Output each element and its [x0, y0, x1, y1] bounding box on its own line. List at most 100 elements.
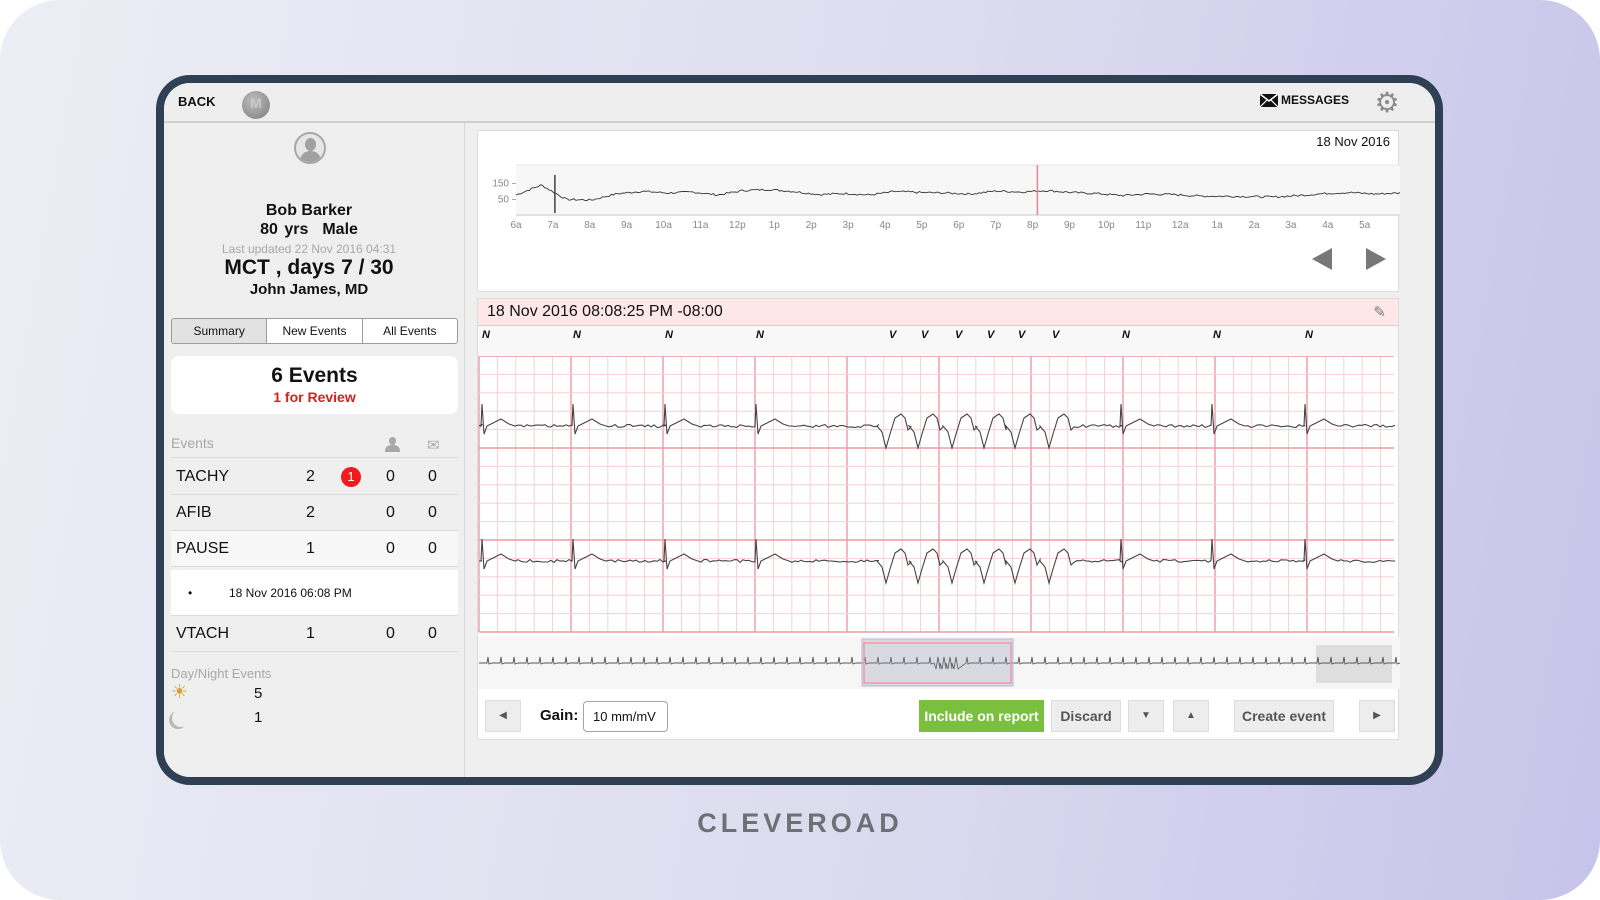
x-tick-label: 3a	[1285, 220, 1297, 231]
x-tick-label: 7p	[990, 220, 1002, 231]
night-event-count: 1	[254, 709, 263, 726]
day-night-label: Day/Night Events	[171, 666, 272, 681]
event-user-count: 0	[386, 504, 395, 521]
envelope-icon	[1259, 93, 1278, 107]
review-badge: 1	[341, 467, 361, 487]
x-tick-label: 2p	[806, 220, 818, 231]
beat-label: N	[1213, 329, 1221, 341]
ecg-overview-scrubber[interactable]	[478, 637, 1400, 689]
event-mail-count: 0	[428, 540, 437, 557]
x-tick-label: 11p	[1135, 220, 1151, 231]
patient-name: Bob Barker	[265, 202, 353, 219]
tab-summary[interactable]: Summary	[172, 319, 268, 343]
strip-header: 18 Nov 2016 08:08:25 PM -08:00 ✎	[478, 299, 1398, 326]
beat-label: N	[1305, 329, 1313, 341]
event-instance-datetime: 18 Nov 2016 06:08 PM	[229, 586, 352, 600]
user-column-icon	[385, 437, 400, 452]
y-tick-label: 150	[492, 179, 509, 190]
beat-label: N	[573, 329, 581, 341]
event-instance-item[interactable]: • 18 Nov 2016 06:08 PM	[171, 570, 458, 616]
event-mail-count: 0	[428, 504, 437, 521]
x-tick-label: 10a	[655, 220, 672, 231]
ecg-lead-1-trace	[478, 403, 1396, 451]
x-tick-label: 5a	[1359, 220, 1371, 231]
events-count: 6 Events	[271, 364, 358, 387]
ecg-strip-panel: 18 Nov 2016 08:08:25 PM -08:00 ✎ N N N N V V V…	[477, 298, 1400, 741]
events-summary-card: 6 Events 1 for Review	[171, 356, 458, 414]
gain-label: Gain:	[540, 707, 579, 724]
x-tick-label: 4a	[1322, 220, 1334, 231]
ecg-waveform	[478, 356, 1396, 633]
edit-pencil-icon[interactable]: ✎	[1373, 303, 1386, 321]
event-name: AFIB	[176, 504, 212, 521]
event-row-vtach[interactable]: VTACH 1 0 0	[171, 616, 458, 652]
review-count[interactable]: 1 for Review	[171, 389, 458, 405]
x-tick-label: 5p	[916, 220, 928, 231]
events-header-label: Events	[171, 435, 214, 451]
event-mail-count: 0	[428, 625, 437, 642]
beat-label: N	[665, 329, 673, 341]
scroll-right-button[interactable]: ▶	[1359, 700, 1395, 732]
previous-day-arrow-icon[interactable]	[1312, 248, 1332, 270]
event-name: PAUSE	[176, 540, 230, 557]
brand-wordmark: CLEVEROAD	[697, 808, 903, 838]
y-tick-label: 50	[498, 195, 510, 206]
x-tick-label: 12a	[1172, 220, 1189, 231]
x-tick-label: 3p	[843, 220, 855, 231]
event-row-tachy[interactable]: TACHY 2 1 0 0	[171, 459, 458, 495]
discard-button[interactable]: Discard	[1051, 700, 1121, 732]
event-row-pause[interactable]: PAUSE 1 0 0	[171, 531, 458, 567]
event-row-afib[interactable]: AFIB 2 0 0	[171, 495, 458, 531]
bullet: •	[188, 586, 193, 600]
back-button[interactable]: BACK	[178, 94, 216, 109]
app-screen: BACK M MESSAGES ⚙ Bob Barker 80 yrs Male …	[164, 83, 1435, 777]
gain-select[interactable]: 10 mm/mV	[583, 701, 668, 732]
strip-controls: ◀ Gain: 10 mm/mV Include on report Disca…	[478, 697, 1398, 741]
x-tick-label: 9p	[1064, 220, 1076, 231]
tab-new-events[interactable]: New Events	[267, 319, 363, 343]
next-day-arrow-icon[interactable]	[1366, 248, 1386, 270]
x-tick-label: 6a	[510, 220, 522, 231]
event-count: 2	[306, 468, 315, 485]
x-tick-label: 2a	[1248, 220, 1260, 231]
event-user-count: 0	[386, 468, 395, 485]
x-tick-label: 11a	[693, 220, 709, 231]
app-logo-icon: M	[242, 91, 270, 119]
events-table-header: Events ✉	[171, 433, 458, 458]
move-down-button[interactable]: ▼	[1128, 700, 1164, 732]
view-tabs: Summary New Events All Events	[171, 318, 458, 344]
hr-trend-chart[interactable]: 150 50 6a 7a 8a 9a 10a 11a 12p 1p 2p 3p 4p 5p 6p 7p 8p 9p…	[478, 131, 1400, 241]
x-tick-label: 8p	[1027, 220, 1039, 231]
top-bar: BACK M MESSAGES ⚙	[164, 83, 1435, 123]
include-on-report-button[interactable]: Include on report	[919, 700, 1044, 732]
event-count: 2	[306, 504, 315, 521]
beat-label: V	[987, 329, 995, 341]
scroll-left-button[interactable]: ◀	[485, 700, 521, 732]
x-tick-label: 12p	[729, 220, 746, 231]
event-user-count: 0	[386, 540, 395, 557]
tab-all-events[interactable]: All Events	[363, 319, 457, 343]
sun-icon: ☀	[171, 682, 189, 703]
x-tick-label: 1p	[769, 220, 781, 231]
beat-label: V	[955, 329, 963, 341]
beat-label: V	[889, 329, 897, 341]
scrubber-selection-window	[861, 638, 1014, 687]
beat-label: N	[482, 329, 490, 341]
create-event-button[interactable]: Create event	[1234, 700, 1334, 732]
x-tick-label: 10p	[1098, 220, 1115, 231]
event-count: 1	[306, 540, 315, 557]
messages-button[interactable]: MESSAGES	[1259, 93, 1349, 107]
patient-avatar-icon	[294, 132, 326, 164]
x-tick-label: 8a	[584, 220, 596, 231]
last-updated: Last updated 22 Nov 2016 04:31	[221, 242, 397, 256]
beat-label: V	[921, 329, 929, 341]
move-up-button[interactable]: ▲	[1173, 700, 1209, 732]
event-user-count: 0	[386, 625, 395, 642]
messages-label: MESSAGES	[1280, 93, 1349, 107]
settings-gear-icon[interactable]: ⚙	[1373, 89, 1401, 117]
x-tick-label: 1a	[1212, 220, 1224, 231]
patient-sidebar: Bob Barker 80 yrs Male Last updated 22 No…	[164, 123, 465, 777]
scrubber-end-shade	[1316, 645, 1392, 683]
beat-label: N	[1122, 329, 1130, 341]
moon-icon	[172, 709, 192, 729]
